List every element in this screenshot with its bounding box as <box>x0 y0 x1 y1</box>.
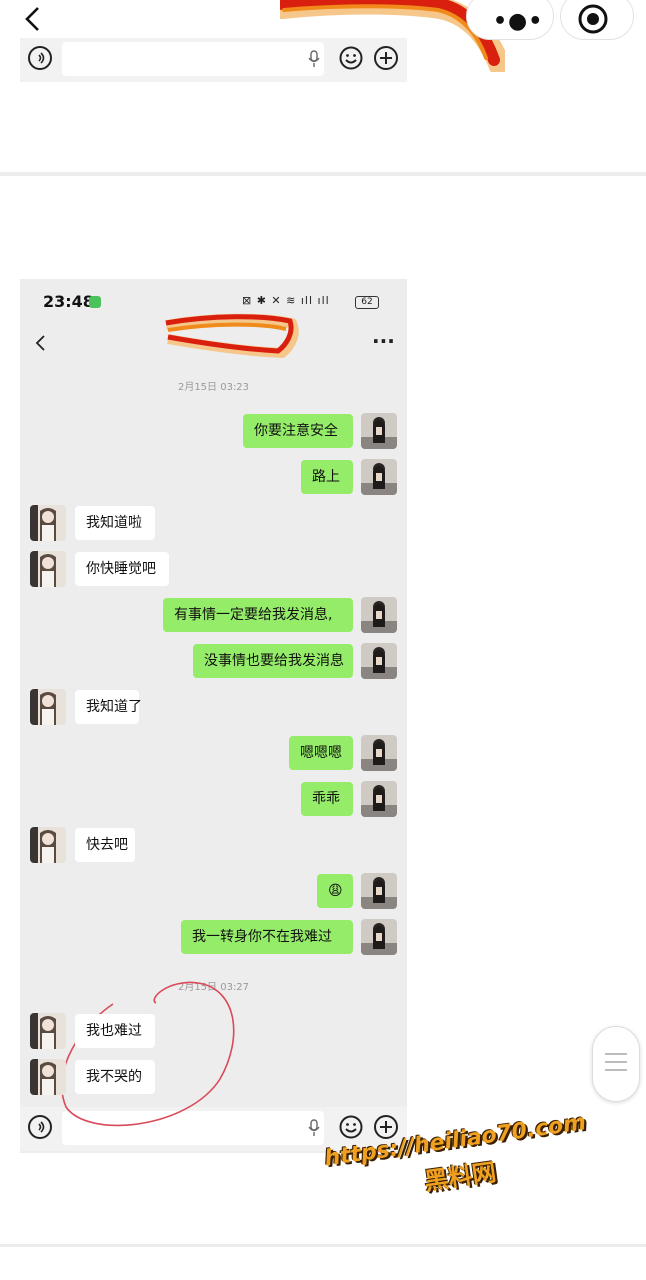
my-avatar[interactable] <box>361 735 397 771</box>
more-dots-icon[interactable]: ··· <box>372 329 395 353</box>
my-avatar[interactable] <box>361 643 397 679</box>
mic-icon[interactable] <box>308 1119 320 1137</box>
my-avatar[interactable] <box>361 781 397 817</box>
my-avatar[interactable] <box>361 873 397 909</box>
chat-timestamp: 2月15日 03:23 <box>177 382 250 393</box>
emoji-icon[interactable] <box>339 46 363 70</box>
more-capsule[interactable]: •●• <box>466 0 554 40</box>
contact-avatar[interactable] <box>30 1059 66 1095</box>
my-avatar[interactable] <box>361 597 397 633</box>
sent-message[interactable]: 没事情也要给我发消息 <box>193 644 353 678</box>
wechat-notification-icon <box>89 296 101 308</box>
contact-avatar[interactable] <box>30 1013 66 1049</box>
contact-avatar[interactable] <box>30 689 66 725</box>
status-time: 23:48 <box>43 292 94 311</box>
emoji-icon[interactable] <box>339 1115 363 1139</box>
sent-message[interactable]: 我一转身你不在我难过 <box>181 920 353 954</box>
close-capsule[interactable] <box>560 0 634 40</box>
battery-icon: 62 <box>355 296 379 309</box>
my-avatar[interactable] <box>361 413 397 449</box>
chevron-left-icon[interactable] <box>22 6 44 32</box>
contact-avatar[interactable] <box>30 505 66 541</box>
chat-screenshot: 23:48 ⊠ ✱ ✕ ≋ ıll ıll 62 ··· 2月15日 03:23… <box>20 279 407 1153</box>
sent-message[interactable]: 你要注意安全 <box>243 414 353 448</box>
target-icon[interactable] <box>577 3 609 35</box>
message-input[interactable] <box>62 42 324 76</box>
sent-message[interactable]: 嗯嗯嗯 <box>289 736 353 770</box>
red-circle-annotation <box>61 981 235 1127</box>
received-message[interactable]: 我不哭的 <box>75 1060 155 1094</box>
section-divider <box>0 1244 646 1247</box>
floating-menu-handle[interactable] <box>592 1026 640 1102</box>
contact-avatar[interactable] <box>30 827 66 863</box>
status-icons: ⊠ ✱ ✕ ≋ ıll ıll <box>242 294 330 307</box>
plus-icon[interactable] <box>374 46 398 70</box>
chevron-left-icon[interactable] <box>34 334 46 352</box>
contact-avatar[interactable] <box>30 551 66 587</box>
mic-icon[interactable] <box>308 50 320 68</box>
my-avatar[interactable] <box>361 919 397 955</box>
section-divider <box>0 172 646 176</box>
received-message[interactable]: 我知道了 <box>75 690 142 724</box>
redaction-scribble <box>165 313 299 358</box>
sent-message[interactable]: 有事情一定要给我发消息, <box>163 598 353 632</box>
received-message[interactable]: 我知道啦 <box>75 506 155 540</box>
received-message[interactable]: 快去吧 <box>75 828 135 862</box>
received-message[interactable]: 你快睡觉吧 <box>75 552 169 586</box>
received-message[interactable]: 我也难过 <box>75 1014 155 1048</box>
plus-icon[interactable] <box>374 1115 398 1139</box>
sent-message[interactable]: 😩 <box>317 874 353 908</box>
voice-icon[interactable] <box>28 46 52 70</box>
sent-message[interactable]: 乖乖 <box>301 782 353 816</box>
sent-message[interactable]: 路上 <box>301 460 353 494</box>
more-dots-icon[interactable]: •●• <box>493 9 543 34</box>
top-input-bar <box>20 38 407 82</box>
my-avatar[interactable] <box>361 459 397 495</box>
